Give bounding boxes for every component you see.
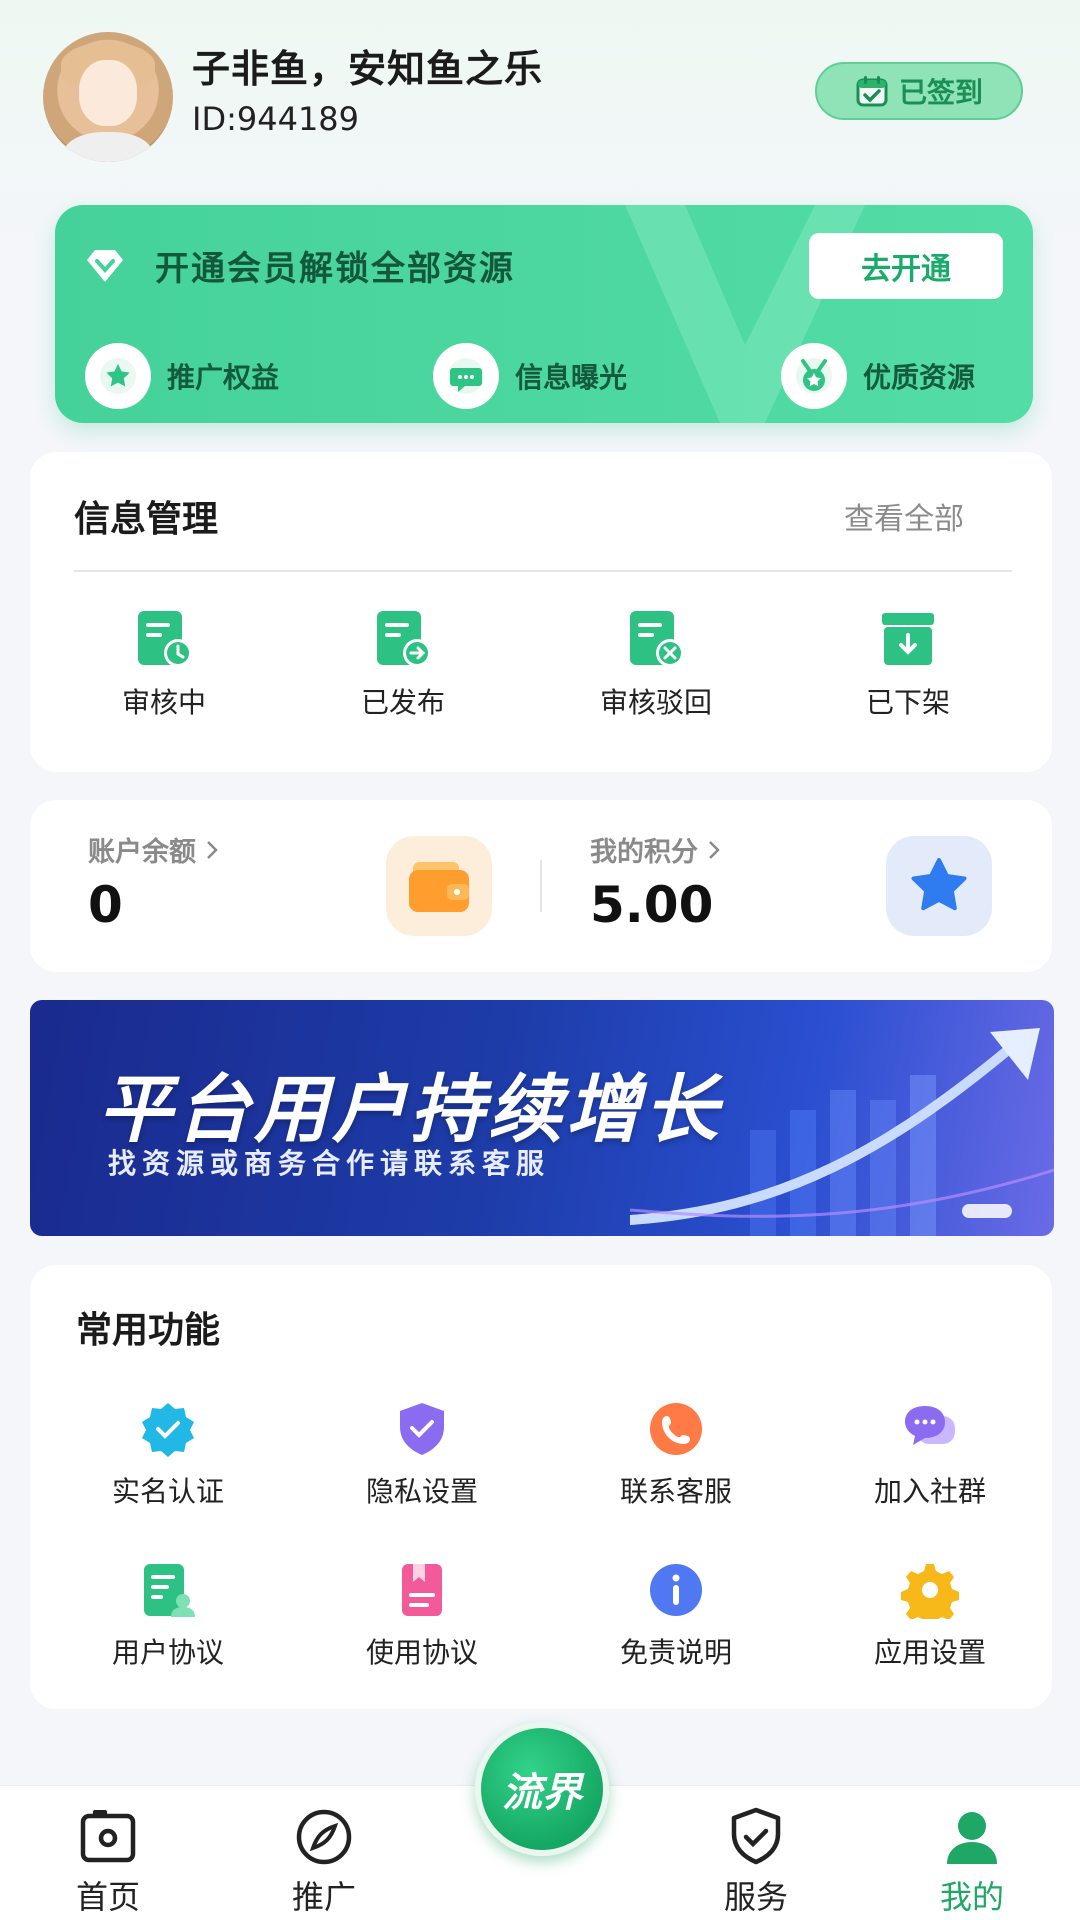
status-label: 已下架 [865,686,950,719]
function-contact-service[interactable]: 联系客服 [566,1400,786,1510]
function-user-agreement[interactable]: 用户协议 [58,1561,278,1671]
perk-promotion[interactable]: 推广权益 [85,343,279,409]
arrow-doc-icon [377,611,431,667]
function-label: 隐私设置 [365,1475,478,1508]
chat-bubbles-icon [905,1406,955,1445]
function-label: 联系客服 [619,1475,732,1508]
section-title: 信息管理 [74,499,219,540]
status-rejected[interactable]: 审核驳回 [566,607,746,721]
status-label: 已发布 [360,686,445,719]
star-icon [85,343,151,409]
nav-label: 我的 [939,1878,1004,1916]
function-privacy[interactable]: 隐私设置 [312,1400,532,1510]
points-star-icon[interactable] [886,836,992,936]
nav-label: 推广 [291,1878,356,1916]
camera-icon [80,1810,136,1863]
wallet-icon[interactable] [386,836,492,936]
nav-home[interactable]: 首页 [28,1804,188,1918]
perk-quality[interactable]: 优质资源 [781,343,975,409]
vip-card[interactable]: 开通会员解锁全部资源 去开通 推广权益 信息曝光 优质资源 [55,205,1033,423]
common-functions-card: 常用功能 实名认证 隐私设置 联系客服 加入社群 用户协议 使用协议 免责说明 … [30,1265,1052,1709]
calendar-check-icon [856,76,888,107]
person-icon [947,1812,997,1864]
signin-button[interactable]: 已签到 [815,62,1023,120]
avatar[interactable] [43,32,173,162]
function-disclaimer[interactable]: 免责说明 [566,1561,786,1671]
chat-icon [433,343,499,409]
nav-promotion[interactable]: 推广 [244,1804,404,1918]
gear-icon [901,1564,959,1619]
view-all-link[interactable]: 查看全部 [844,494,964,538]
status-published[interactable]: 已发布 [313,607,493,721]
status-pending[interactable]: 审核中 [74,607,254,721]
clock-doc-icon [138,611,192,667]
status-label: 审核中 [121,686,206,719]
chevron-right-icon [709,840,720,859]
signin-label: 已签到 [898,76,983,109]
banner-subtitle: 找资源或商务合作请联系客服 [108,1147,551,1180]
nav-mine[interactable]: 我的 [892,1804,1052,1918]
archive-box-icon [882,613,934,665]
carousel-indicator [962,1204,1012,1218]
shield-check-icon [731,1807,781,1865]
shield-check-icon [400,1403,444,1455]
nav-label: 服务 [723,1878,788,1916]
function-join-community[interactable]: 加入社群 [820,1400,1040,1510]
my-points-value: 5.00 [590,876,714,934]
section-title: 常用功能 [76,1310,221,1351]
nav-label: 首页 [75,1878,140,1916]
perk-label: 优质资源 [863,361,976,394]
account-balance-link[interactable]: 账户余额 [88,830,220,869]
vip-title: 开通会员解锁全部资源 [155,249,515,289]
perk-label: 信息曝光 [515,361,628,394]
username: 子非鱼，安知鱼之乐 [192,47,544,91]
divider [74,570,1012,572]
function-label: 用户协议 [111,1636,224,1669]
function-app-settings[interactable]: 应用设置 [820,1561,1040,1671]
medal-icon [781,343,847,409]
status-offline[interactable]: 已下架 [818,607,998,721]
nav-service[interactable]: 服务 [676,1804,836,1918]
status-label: 审核驳回 [599,686,712,719]
function-usage-agreement[interactable]: 使用协议 [312,1561,532,1671]
open-vip-button[interactable]: 去开通 [809,233,1003,299]
function-label: 免责说明 [619,1636,732,1669]
info-icon [650,1564,702,1616]
verified-badge-icon [142,1403,194,1457]
user-doc-icon [144,1564,195,1617]
compass-icon [296,1809,352,1865]
function-real-name[interactable]: 实名认证 [58,1400,278,1510]
function-label: 应用设置 [873,1636,986,1669]
perk-label: 推广权益 [167,361,280,394]
center-action-button[interactable]: 流界 [475,1722,609,1856]
function-label: 实名认证 [111,1475,224,1508]
chevron-right-icon [207,840,218,859]
my-points-link[interactable]: 我的积分 [590,830,722,869]
perk-exposure[interactable]: 信息曝光 [433,343,627,409]
x-doc-icon [630,611,684,667]
promo-banner[interactable]: 平台用户持续增长 找资源或商务合作请联系客服 [30,1000,1054,1236]
info-management-card: 信息管理 查看全部 审核中 已发布 审核驳回 已下架 [30,452,1052,772]
user-id: ID:944189 [192,100,360,138]
balance-card: 账户余额 0 我的积分 5.00 [30,800,1052,972]
account-balance-label: 账户余额 [88,837,196,868]
phone-icon [650,1403,702,1455]
function-label: 加入社群 [873,1475,986,1508]
diamond-icon [87,250,123,282]
separator [540,860,542,912]
account-balance-value: 0 [88,876,123,934]
my-points-label: 我的积分 [590,837,698,868]
function-label: 使用协议 [365,1636,478,1669]
bookmark-doc-icon [402,1564,442,1616]
banner-title: 平台用户持续增长 [98,1067,722,1153]
